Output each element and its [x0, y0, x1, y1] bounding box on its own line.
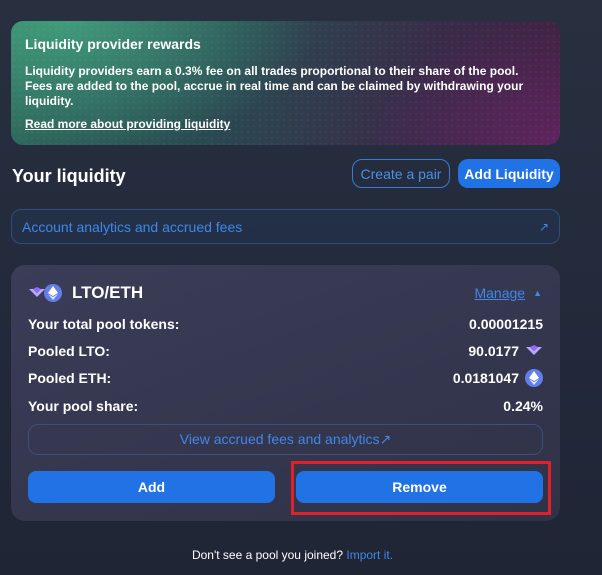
pair-name: LTO/ETH [72, 283, 144, 302]
pair-token-icons [28, 284, 62, 302]
rewards-banner: Liquidity provider rewards Liquidity pro… [11, 21, 560, 145]
manage-toggle[interactable]: Manage ▲ [474, 285, 542, 301]
banner-text: Liquidity providers earn a 0.3% fee on a… [25, 64, 524, 108]
stat-label: Your pool share: [28, 398, 139, 414]
stat-label: Your total pool tokens: [28, 316, 180, 332]
view-accrued-fees-link[interactable]: View accrued fees and analytics↗ [28, 424, 543, 455]
stat-label: Pooled LTO: [28, 343, 110, 359]
stat-value-wrap: 0.0181047 [453, 369, 543, 387]
import-link[interactable]: Import it. [346, 548, 393, 562]
stat-total-pool-tokens: Your total pool tokens: 0.00001215 [28, 314, 543, 334]
external-link-icon: ↗ [538, 219, 549, 234]
stat-value-wrap: 0.24% [503, 398, 543, 414]
stat-pooled-lto: Pooled LTO: 90.0177 [28, 341, 543, 361]
stat-value-wrap: 0.00001215 [469, 316, 543, 332]
import-pool-footer: Don't see a pool you joined? Import it. [0, 548, 585, 562]
page-title: Your liquidity [12, 166, 126, 186]
add-liquidity-button[interactable]: Add Liquidity [458, 159, 560, 188]
banner-title: Liquidity provider rewards [25, 36, 201, 52]
create-pair-button[interactable]: Create a pair [352, 159, 450, 188]
eth-icon [525, 369, 543, 387]
account-analytics-label: Account analytics and accrued fees [22, 218, 243, 235]
manage-label: Manage [474, 285, 526, 301]
remove-button[interactable]: Remove [296, 471, 543, 503]
stat-value: 0.00001215 [469, 316, 543, 332]
stat-pooled-eth: Pooled ETH: 0.0181047 [28, 368, 543, 388]
stat-value: 0.0181047 [452, 370, 519, 386]
read-more-link[interactable]: Read more about providing liquidity [25, 117, 230, 131]
stat-label: Pooled ETH: [28, 370, 112, 386]
chevron-up-icon: ▲ [533, 288, 542, 298]
stat-value-wrap: 90.0177 [468, 342, 543, 360]
stat-value: 0.24% [503, 398, 543, 414]
lto-icon [525, 342, 543, 360]
eth-icon [44, 284, 62, 302]
stat-value: 90.0177 [468, 343, 519, 359]
pair-header: LTO/ETH [28, 283, 143, 303]
account-analytics-link[interactable]: Account analytics and accrued fees ↗ [11, 209, 560, 244]
stat-pool-share: Your pool share: 0.24% [28, 396, 543, 416]
pool-card: LTO/ETH Manage ▲ Your total pool tokens:… [11, 265, 560, 521]
footer-text: Don't see a pool you joined? [191, 548, 347, 562]
add-button[interactable]: Add [28, 471, 275, 503]
